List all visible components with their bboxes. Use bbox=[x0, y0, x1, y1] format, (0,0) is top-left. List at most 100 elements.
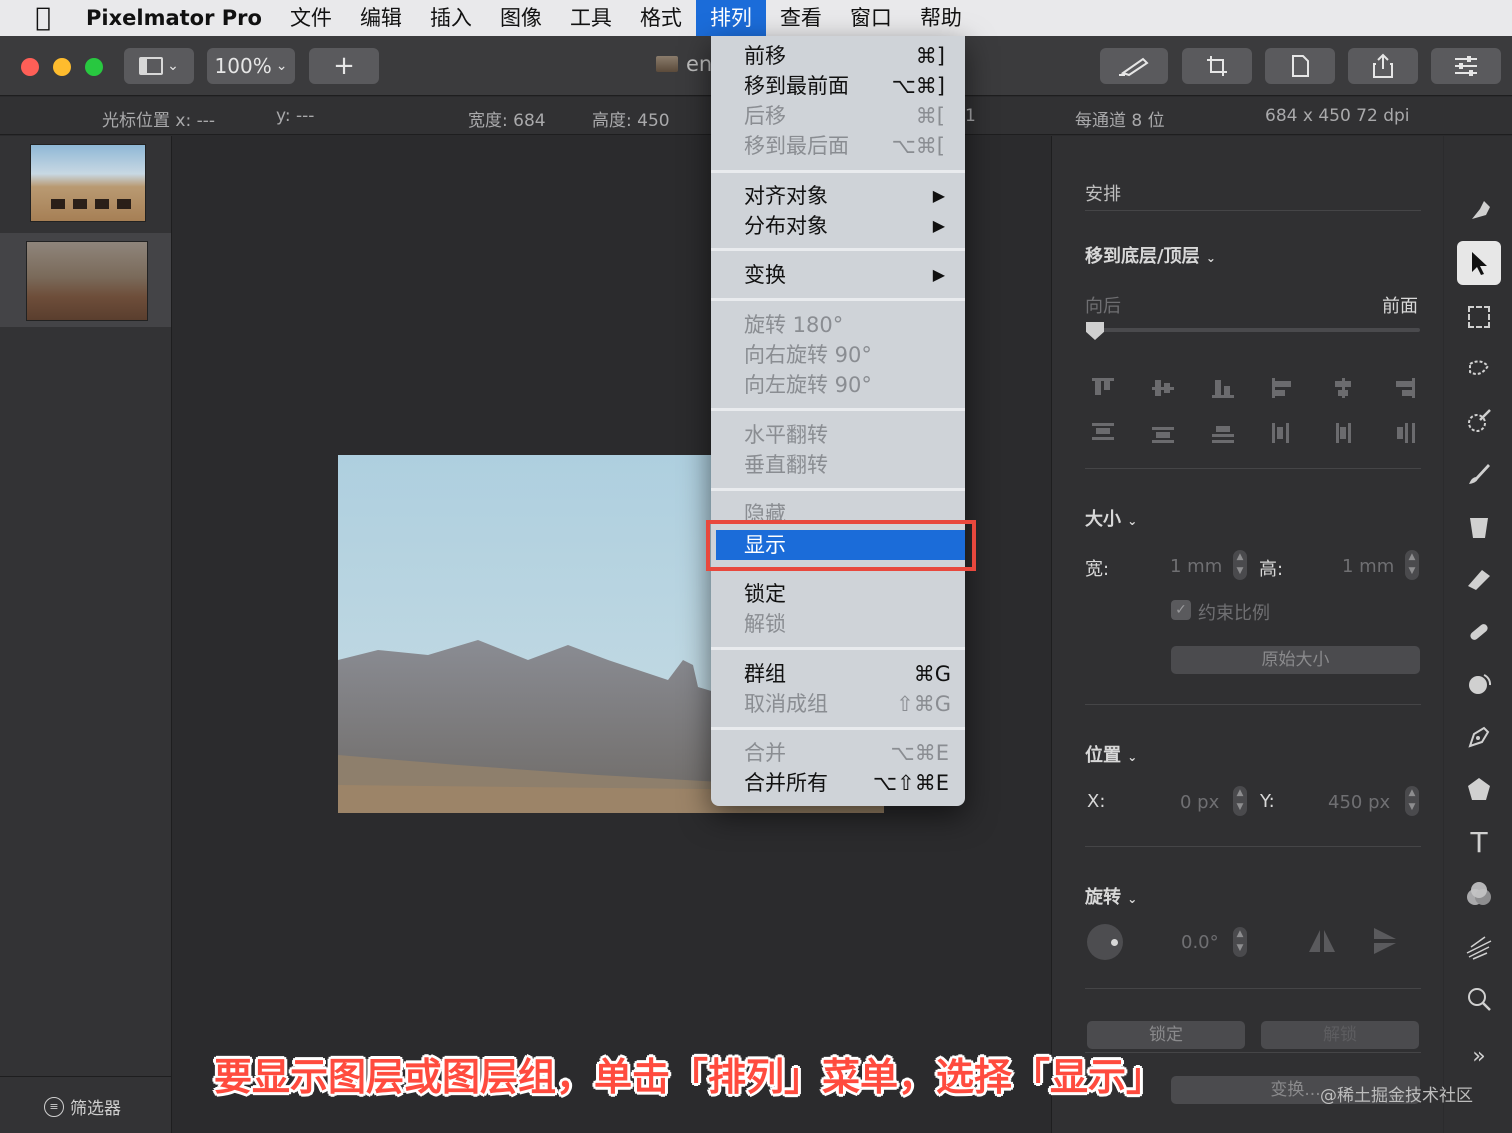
layer-row[interactable] bbox=[0, 136, 171, 232]
align-bottom-icon[interactable] bbox=[1212, 378, 1234, 398]
menu-item-unlock[interactable]: 解锁 bbox=[711, 609, 965, 639]
rotation-field[interactable]: 0.0° bbox=[1181, 932, 1219, 953]
distribute-left-icon[interactable] bbox=[1272, 423, 1294, 443]
paint-tool-icon[interactable] bbox=[1457, 452, 1501, 496]
menu-item-rotate-right-90[interactable]: 向右旋转 90° bbox=[711, 340, 965, 370]
distribute-bottom-icon[interactable] bbox=[1212, 423, 1234, 443]
menu-view[interactable]: 查看 bbox=[766, 0, 836, 36]
zoom-dropdown[interactable]: 100% ⌄ bbox=[207, 48, 295, 84]
x-stepper[interactable]: ▲ ▼ bbox=[1233, 786, 1247, 816]
menu-item-flip-vertical[interactable]: 垂直翻转 bbox=[711, 450, 965, 480]
menu-insert[interactable]: 插入 bbox=[416, 0, 486, 36]
shapes-tool-icon[interactable] bbox=[1457, 767, 1501, 811]
fill-tool-icon[interactable] bbox=[1457, 505, 1501, 549]
rotation-dial[interactable] bbox=[1087, 924, 1123, 960]
distribute-top-icon[interactable] bbox=[1092, 423, 1114, 443]
selection-tool-icon[interactable] bbox=[1457, 295, 1501, 339]
menubar:  Pixelmator Pro 文件 编辑 插入 图像 工具 格式 排列 查看… bbox=[0, 0, 1512, 36]
minimize-window-button[interactable] bbox=[53, 58, 71, 76]
color-adjustments-tool-icon[interactable] bbox=[1457, 873, 1501, 917]
menu-item-flip-horizontal[interactable]: 水平翻转 bbox=[711, 420, 965, 450]
menu-item-send-backward[interactable]: 后移 ⌘[ bbox=[711, 101, 965, 131]
width-label: 宽: bbox=[1085, 559, 1110, 580]
position-title[interactable]: 位置 ⌄ bbox=[1085, 741, 1137, 767]
size-title[interactable]: 大小 ⌄ bbox=[1085, 505, 1137, 531]
type-tool-icon[interactable]: T bbox=[1457, 820, 1501, 864]
quick-selection-tool-icon[interactable] bbox=[1457, 347, 1501, 391]
pen-tool-icon[interactable] bbox=[1457, 715, 1501, 759]
menu-tools[interactable]: 工具 bbox=[556, 0, 626, 36]
align-hcenter-icon[interactable] bbox=[1332, 378, 1354, 398]
distribute-vcenter-icon[interactable] bbox=[1152, 423, 1174, 443]
height-stepper[interactable]: ▲ ▼ bbox=[1405, 550, 1419, 580]
menu-item-bring-to-front[interactable]: 移到最前面 ⌥⌘] bbox=[711, 71, 965, 101]
menu-item-ungroup[interactable]: 取消成组 ⇧⌘G bbox=[711, 689, 965, 719]
document-title: en bbox=[656, 52, 712, 76]
menu-edit[interactable]: 编辑 bbox=[346, 0, 416, 36]
crop-button[interactable] bbox=[1182, 48, 1252, 84]
constrain-checkbox[interactable]: ✓ bbox=[1171, 600, 1191, 620]
original-size-button[interactable]: 原始大小 bbox=[1171, 646, 1420, 674]
share-icon bbox=[1373, 53, 1393, 78]
menu-arrange[interactable]: 排列 bbox=[695, 0, 766, 36]
order-slider-track[interactable] bbox=[1090, 328, 1420, 332]
close-window-button[interactable] bbox=[21, 58, 39, 76]
more-tools-icon[interactable]: » bbox=[1457, 1034, 1501, 1078]
rotation-title[interactable]: 旋转 ⌄ bbox=[1085, 883, 1137, 909]
menu-item-lock[interactable]: 锁定 bbox=[711, 579, 965, 609]
menu-item-bring-forward[interactable]: 前移 ⌘] bbox=[711, 41, 965, 71]
document-button[interactable] bbox=[1265, 48, 1335, 84]
distribute-hcenter-icon[interactable] bbox=[1332, 423, 1354, 443]
menu-item-transform[interactable]: 变换 ▶ bbox=[711, 260, 965, 290]
sidebar-toggle-button[interactable]: ⌄ bbox=[124, 48, 194, 84]
apple-icon[interactable]:  bbox=[0, 0, 86, 36]
retouch-tool-icon[interactable] bbox=[1457, 610, 1501, 654]
app-menu[interactable]: Pixelmator Pro bbox=[86, 0, 276, 36]
distribute-right-icon[interactable] bbox=[1393, 423, 1415, 443]
style-tool-icon[interactable] bbox=[1457, 188, 1501, 232]
menu-window[interactable]: 窗口 bbox=[836, 0, 906, 36]
align-vcenter-icon[interactable] bbox=[1152, 378, 1174, 398]
tools-visibility-button[interactable] bbox=[1100, 48, 1168, 84]
menu-item-rotate-180[interactable]: 旋转 180° bbox=[711, 310, 965, 340]
align-top-icon[interactable] bbox=[1092, 378, 1114, 398]
menu-format[interactable]: 格式 bbox=[626, 0, 696, 36]
lock-button[interactable]: 锁定 bbox=[1087, 1021, 1245, 1049]
menu-item-merge-all[interactable]: 合并所有 ⌥⇧⌘E bbox=[711, 768, 965, 798]
menu-item-merge[interactable]: 合并 ⌥⌘E bbox=[711, 738, 965, 768]
flip-horizontal-icon[interactable] bbox=[1307, 928, 1337, 958]
width-stepper[interactable]: ▲ ▼ bbox=[1233, 550, 1247, 580]
flip-vertical-icon[interactable] bbox=[1372, 926, 1398, 960]
filter-button[interactable]: ≡ 筛选器 bbox=[44, 1094, 121, 1119]
unlock-button[interactable]: 解锁 bbox=[1261, 1021, 1419, 1049]
x-field[interactable]: 0 px bbox=[1180, 792, 1219, 813]
menu-item-align-objects[interactable]: 对齐对象 ▶ bbox=[711, 181, 965, 211]
align-right-icon[interactable] bbox=[1393, 378, 1415, 398]
adjustments-button[interactable] bbox=[1431, 48, 1501, 84]
zoom-window-button[interactable] bbox=[85, 58, 103, 76]
add-button[interactable]: + bbox=[309, 48, 379, 84]
menu-item-rotate-left-90[interactable]: 向左旋转 90° bbox=[711, 370, 965, 400]
image-dimensions-readout: 684 x 450 72 dpi bbox=[1265, 106, 1410, 126]
menu-item-group[interactable]: 群组 ⌘G bbox=[711, 659, 965, 689]
width-field[interactable]: 1 mm bbox=[1170, 556, 1222, 577]
align-left-icon[interactable] bbox=[1272, 378, 1294, 398]
rotation-stepper[interactable]: ▲ ▼ bbox=[1233, 927, 1247, 957]
menu-image[interactable]: 图像 bbox=[486, 0, 556, 36]
y-field[interactable]: 450 px bbox=[1328, 792, 1390, 813]
zoom-tool-icon[interactable] bbox=[1457, 977, 1501, 1021]
menu-help[interactable]: 帮助 bbox=[906, 0, 976, 36]
color-selection-tool-icon[interactable] bbox=[1457, 399, 1501, 443]
y-stepper[interactable]: ▲ ▼ bbox=[1405, 786, 1419, 816]
share-button[interactable] bbox=[1348, 48, 1418, 84]
layer-row-selected[interactable] bbox=[0, 233, 171, 327]
menu-file[interactable]: 文件 bbox=[276, 0, 346, 36]
eraser-tool-icon[interactable] bbox=[1457, 557, 1501, 601]
distort-tool-icon[interactable] bbox=[1457, 662, 1501, 706]
height-field[interactable]: 1 mm bbox=[1342, 556, 1394, 577]
menu-item-distribute-objects[interactable]: 分布对象 ▶ bbox=[711, 211, 965, 241]
arrange-order-title[interactable]: 移到底层/顶层 ⌄ bbox=[1085, 242, 1216, 268]
menu-item-send-to-back[interactable]: 移到最后面 ⌥⌘[ bbox=[711, 131, 965, 161]
arrange-tool-icon[interactable] bbox=[1457, 241, 1501, 285]
effects-tool-icon[interactable] bbox=[1457, 925, 1501, 969]
